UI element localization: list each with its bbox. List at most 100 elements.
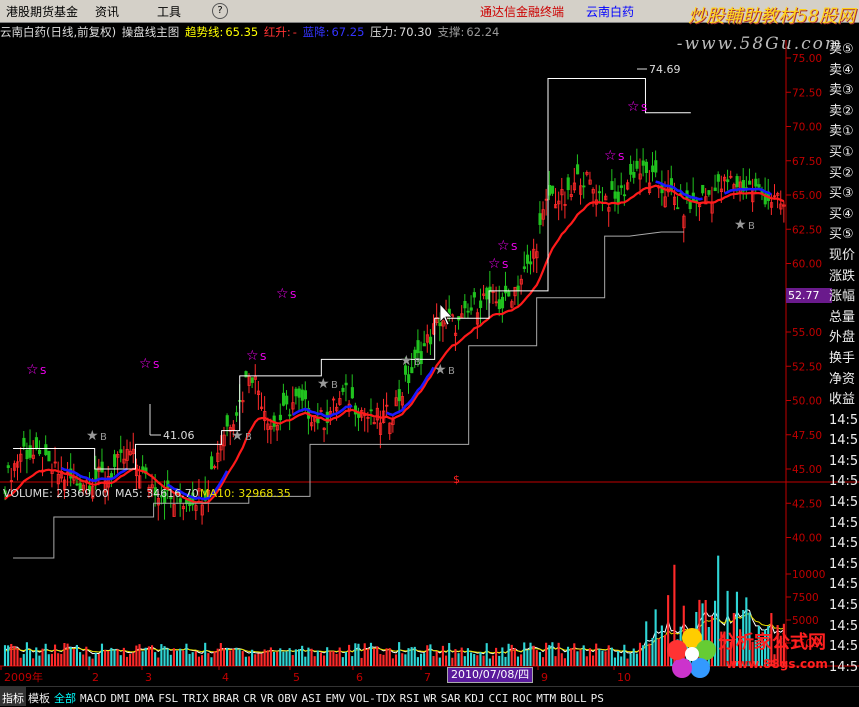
quote-panel-row: 涨幅 [829, 289, 856, 305]
candle-body [582, 185, 586, 188]
quote-panel-row: 买② [829, 165, 854, 181]
quote-panel-row: 涨跌 [829, 268, 856, 284]
candle-body [522, 266, 526, 269]
quote-panel-row: 14:5 [829, 536, 859, 552]
quote-panel-row: 卖① [829, 124, 854, 140]
tab-emv[interactable]: EMV [323, 689, 347, 705]
candle-body [551, 185, 555, 194]
sell-signal-icon: ☆ [26, 362, 39, 378]
candle-body [316, 418, 320, 424]
tab-obv[interactable]: OBV [276, 689, 300, 705]
quote-panel-row: 买③ [829, 186, 854, 202]
buy-signal-label: B [331, 380, 338, 391]
candle-body [6, 465, 10, 468]
tab--0[interactable]: 指标 [0, 687, 26, 706]
price-tick-label: 65.00 [792, 190, 822, 202]
tab-wr[interactable]: WR [421, 689, 438, 705]
candle-body [619, 185, 623, 188]
candle-body [44, 444, 48, 456]
watermark-logo: 分析家公式网 www.88gs.com [660, 622, 859, 686]
tab--2[interactable]: 全部 [52, 687, 78, 706]
tab-trix[interactable]: TRIX [180, 689, 211, 705]
candle-body [466, 310, 470, 313]
quote-panel-row: 14:5 [829, 495, 859, 511]
sell-signal-label: S [641, 103, 647, 114]
price-tick-label: 67.50 [792, 156, 822, 168]
candle-body [281, 392, 286, 406]
time-axis-label: 3 [145, 671, 152, 684]
sell-signal-icon: ☆ [139, 356, 152, 372]
high-price-label: 74.69 [649, 63, 681, 76]
buy-signal-label: B [448, 366, 455, 377]
tab-cr[interactable]: CR [241, 689, 258, 705]
buy-signal-label: B [245, 432, 252, 443]
watermark-title: 分析家公式网 [718, 632, 826, 653]
quote-panel-row: 收益 [829, 392, 856, 408]
tab--1[interactable]: 模板 [26, 687, 52, 706]
quote-panel-row: 14:5 [829, 474, 859, 490]
tab-mtm[interactable]: MTM [534, 689, 558, 705]
candle-body [757, 184, 761, 188]
candle-body [479, 300, 483, 308]
sell-signal-icon: ☆ [627, 99, 640, 115]
candle-body [754, 178, 758, 187]
tab-cci[interactable]: CCI [486, 689, 510, 705]
quote-panel-row: 卖④ [829, 62, 854, 78]
sell-signal-icon: ☆ [497, 238, 510, 254]
tab-kdj[interactable]: KDJ [463, 689, 487, 705]
candle-body [525, 254, 530, 264]
price-tick-label: 70.00 [792, 122, 822, 134]
candle-body [469, 307, 473, 311]
candle-body [566, 177, 570, 191]
quote-panel-row: 14:5 [829, 433, 859, 449]
tab-boll[interactable]: BOLL [558, 689, 589, 705]
candle-body [654, 160, 658, 173]
candle-body [641, 160, 645, 166]
tab-brar[interactable]: BRAR [211, 689, 242, 705]
current-price-tag: 52.77 [786, 288, 832, 303]
tab-voltdx[interactable]: VOL-TDX [347, 689, 397, 705]
tab-rsi[interactable]: RSI [398, 689, 422, 705]
candle-body [500, 296, 505, 309]
candle-body [25, 449, 29, 460]
price-tick-label: 50.00 [792, 396, 822, 408]
kline-chart[interactable]: 75.0072.5070.0067.5065.0062.5060.0057.50… [0, 0, 859, 706]
tab-dmi[interactable]: DMI [109, 689, 133, 705]
time-axis-label: 2009年 [4, 670, 43, 684]
candle-body [119, 449, 123, 453]
tab-asi[interactable]: ASI [300, 689, 324, 705]
tab-dma[interactable]: DMA [132, 689, 156, 705]
candle-body [294, 388, 298, 397]
tab-sar[interactable]: SAR [439, 689, 463, 705]
quote-panel-row: 14:5 [829, 515, 859, 531]
tab-ps[interactable]: PS [589, 689, 606, 705]
low-price-label: 41.06 [163, 429, 195, 442]
buy-signal-label: B [748, 221, 755, 232]
indicator-tabs: 指标 模板 全部 MACD DMI DMA FSL TRIX BRAR CR VR OBV ASI EMV… [0, 686, 859, 707]
volume-ma10-label: MA10: 32968.35 [200, 487, 291, 500]
candle-body [344, 382, 348, 386]
candle-body [701, 184, 705, 194]
price-tick-label: 62.50 [792, 224, 822, 236]
volume-label: VOLUME: 23369.00 [3, 487, 109, 500]
price-tick-label: 75.00 [792, 53, 822, 65]
candle-body [713, 187, 717, 191]
quote-panel-row: 14:5 [829, 453, 859, 469]
tab-roc[interactable]: ROC [510, 689, 534, 705]
tab-vr[interactable]: VR [258, 689, 275, 705]
sell-signal-icon: ☆ [246, 348, 259, 364]
buy-signal-icon: ★ [400, 353, 413, 369]
candle-body [350, 387, 354, 399]
quote-panel-row: 总量 [829, 309, 856, 325]
candle-body [610, 181, 614, 190]
time-axis-label: 2 [92, 671, 99, 684]
price-tick-label: 47.50 [792, 430, 822, 442]
price-tick-label: 55.00 [792, 327, 822, 339]
buy-signal-icon: ★ [317, 376, 330, 392]
tab-fsl[interactable]: FSL [156, 689, 180, 705]
candle-body [735, 176, 739, 188]
price-tick-label: 40.00 [792, 533, 822, 545]
sell-signal-icon: ☆ [488, 256, 501, 272]
candle-body [288, 414, 292, 417]
tab-macd[interactable]: MACD [78, 689, 109, 705]
